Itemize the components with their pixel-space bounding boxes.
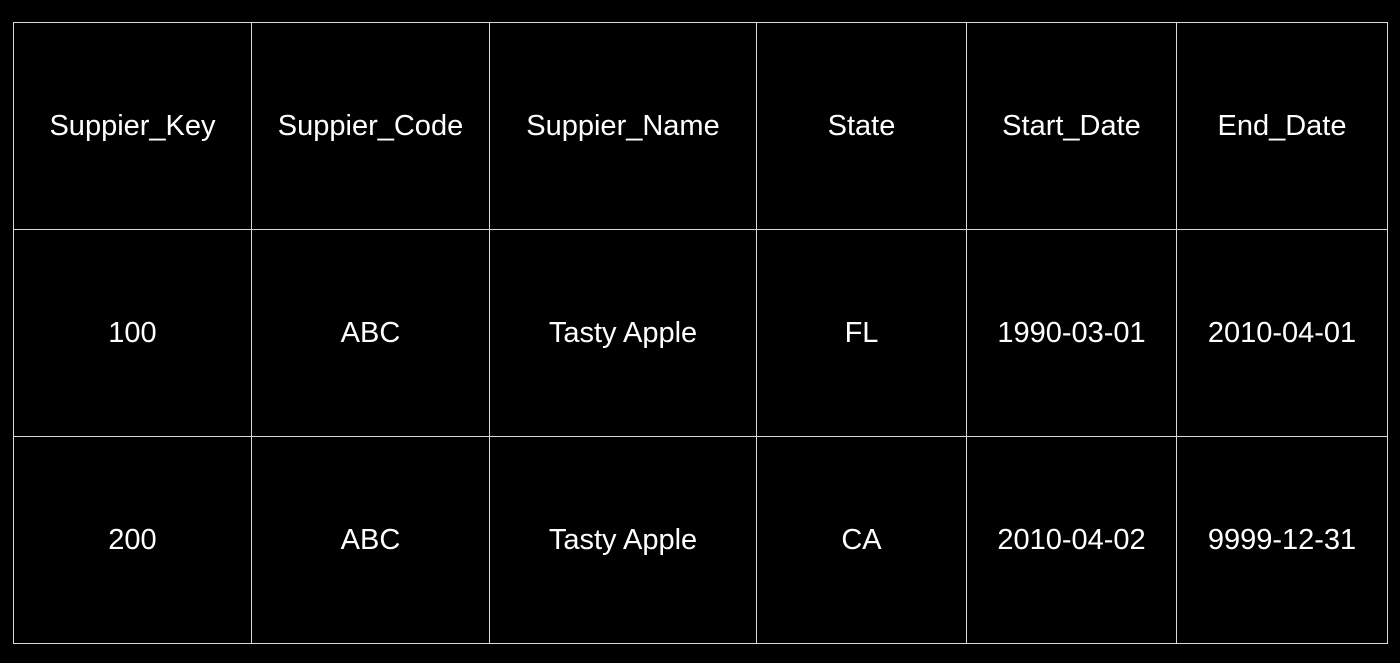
supplier-table: Suppier_Key Suppier_Code Suppier_Name St… xyxy=(13,22,1388,644)
cell-supplier-key: 200 xyxy=(13,436,252,644)
cell-state: CA xyxy=(756,436,967,644)
column-header-state: State xyxy=(756,22,967,230)
header-row: Suppier_Key Suppier_Code Suppier_Name St… xyxy=(13,22,1388,230)
table-row: 200 ABC Tasty Apple CA 2010-04-02 9999-1… xyxy=(13,436,1388,644)
column-header-end-date: End_Date xyxy=(1176,22,1388,230)
table-row: 100 ABC Tasty Apple FL 1990-03-01 2010-0… xyxy=(13,229,1388,437)
column-header-start-date: Start_Date xyxy=(966,22,1177,230)
table-body: 100 ABC Tasty Apple FL 1990-03-01 2010-0… xyxy=(13,229,1388,644)
cell-supplier-key: 100 xyxy=(13,229,252,437)
cell-supplier-name: Tasty Apple xyxy=(489,229,757,437)
column-header-supplier-name: Suppier_Name xyxy=(489,22,757,230)
cell-end-date: 9999-12-31 xyxy=(1176,436,1388,644)
column-header-supplier-key: Suppier_Key xyxy=(13,22,252,230)
cell-supplier-code: ABC xyxy=(251,229,490,437)
cell-start-date: 2010-04-02 xyxy=(966,436,1177,644)
cell-supplier-name: Tasty Apple xyxy=(489,436,757,644)
cell-supplier-code: ABC xyxy=(251,436,490,644)
column-header-supplier-code: Suppier_Code xyxy=(251,22,490,230)
cell-start-date: 1990-03-01 xyxy=(966,229,1177,437)
canvas: Suppier_Key Suppier_Code Suppier_Name St… xyxy=(0,0,1400,663)
table-header: Suppier_Key Suppier_Code Suppier_Name St… xyxy=(13,22,1388,230)
cell-end-date: 2010-04-01 xyxy=(1176,229,1388,437)
cell-state: FL xyxy=(756,229,967,437)
